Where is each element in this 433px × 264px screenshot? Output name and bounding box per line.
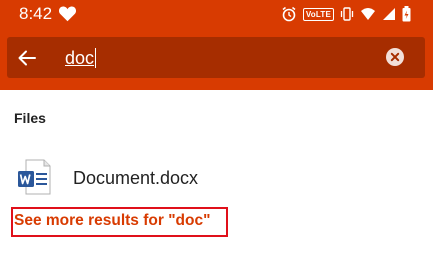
volte-icon: VoLTE (302, 7, 334, 21)
text-caret (95, 48, 97, 68)
see-more-results-link[interactable]: See more results for "doc" (11, 207, 228, 237)
search-input[interactable]: doc (65, 48, 365, 68)
heart-icon (58, 6, 77, 22)
word-document-icon (18, 159, 51, 195)
signal-icon (383, 8, 395, 20)
search-box[interactable]: doc (7, 37, 425, 78)
file-name: Document.docx (73, 168, 199, 188)
arrow-left-icon[interactable] (17, 48, 37, 68)
section-title-files: Files (14, 110, 46, 126)
vibrate-icon (340, 7, 354, 21)
status-time: 8:42 (19, 4, 53, 23)
file-result-row[interactable]: Document.docx (0, 152, 433, 202)
search-header: doc (0, 28, 433, 90)
status-icons: VoLTE (281, 5, 411, 23)
status-bar: 8:42 VoLTE (0, 0, 433, 28)
battery-icon (402, 6, 411, 22)
see-more-label: See more results for "doc" (14, 212, 211, 229)
clear-circle-icon[interactable] (385, 47, 405, 67)
alarm-icon (282, 6, 296, 22)
wifi-icon (361, 8, 375, 20)
search-query: doc (65, 48, 95, 68)
